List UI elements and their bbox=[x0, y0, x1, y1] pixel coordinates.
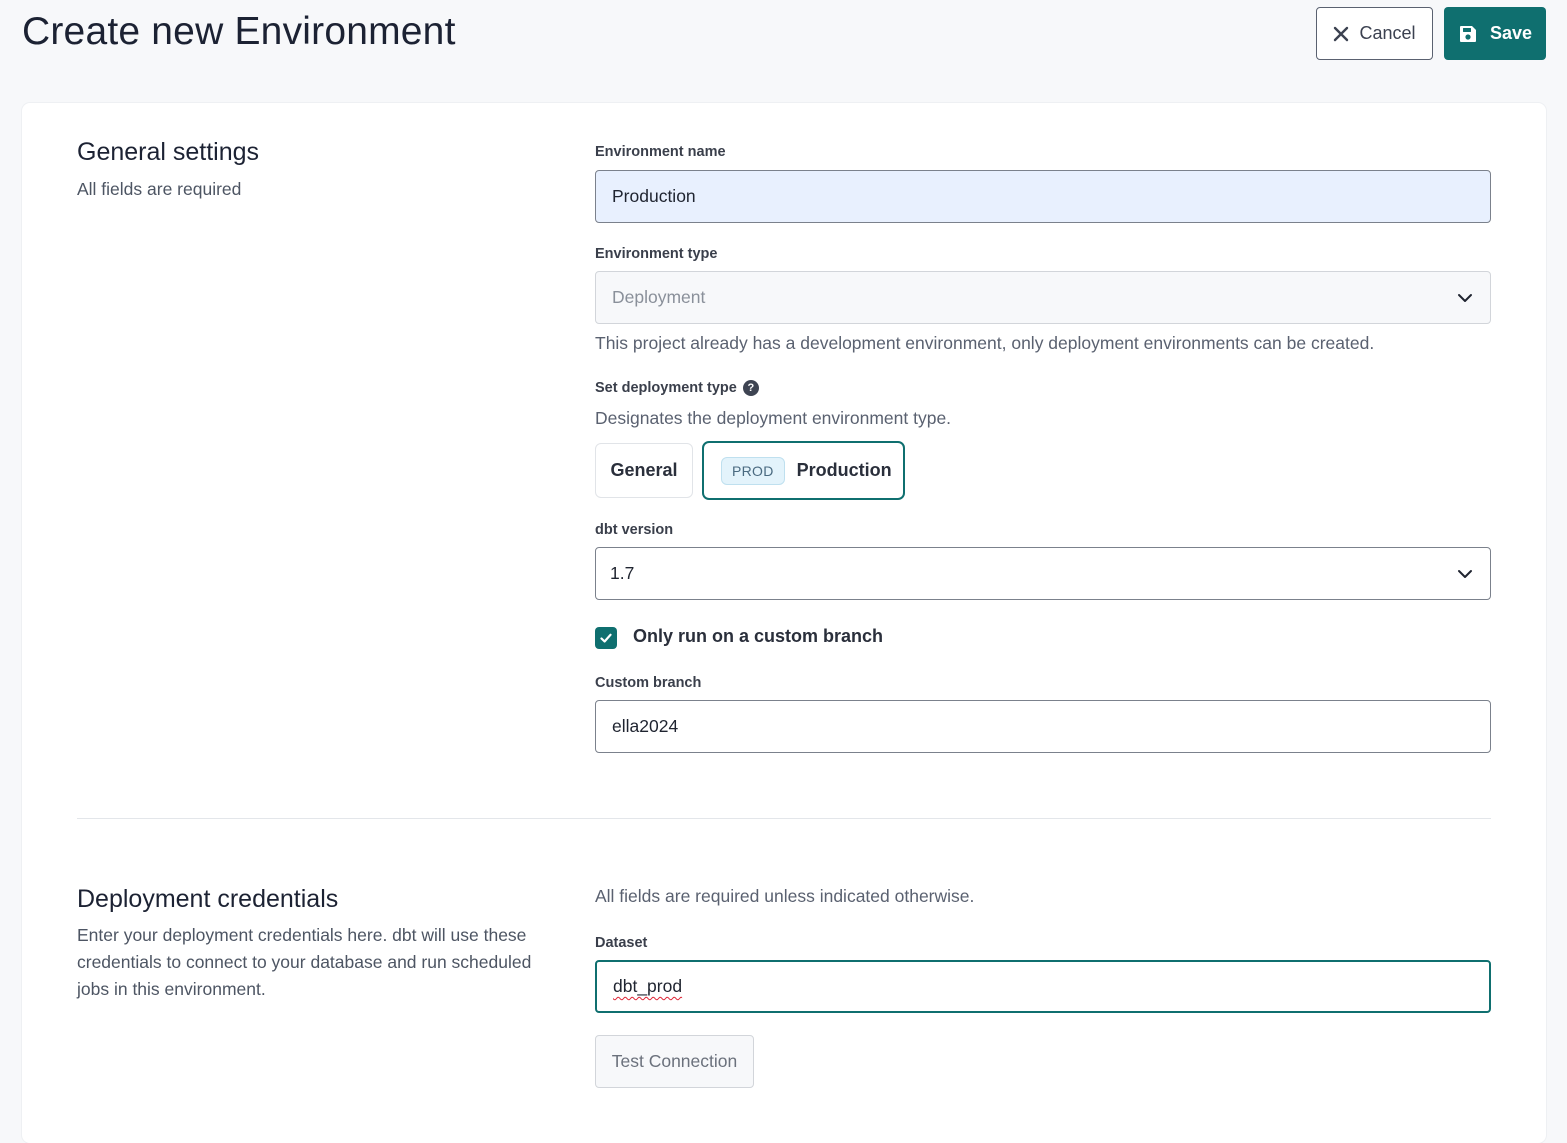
environment-type-helper: This project already has a development e… bbox=[595, 333, 1375, 353]
deploy-type-general-label: General bbox=[610, 460, 678, 480]
environment-type-label: Environment type bbox=[595, 246, 718, 262]
deploy-type-general-option[interactable]: General bbox=[595, 443, 693, 498]
dataset-input[interactable]: dbt_prod bbox=[595, 960, 1491, 1013]
environment-type-select: Deployment bbox=[595, 271, 1491, 324]
test-connection-label: Test Connection bbox=[611, 1051, 738, 1071]
deploy-type-production-label: Production bbox=[796, 460, 892, 480]
save-button-label: Save bbox=[1489, 23, 1533, 43]
save-button[interactable]: Save bbox=[1444, 7, 1546, 60]
dataset-label: Dataset bbox=[595, 935, 648, 951]
close-icon bbox=[1334, 26, 1349, 41]
page-title: Create new Environment bbox=[22, 10, 456, 53]
chevron-down-icon bbox=[1458, 293, 1472, 302]
deployment-credentials-description: Enter your deployment credentials here. … bbox=[77, 925, 532, 999]
floppy-disk-icon bbox=[1459, 25, 1476, 42]
deployment-type-helper: Designates the deployment environment ty… bbox=[595, 408, 952, 428]
cancel-button-label: Cancel bbox=[1359, 23, 1416, 43]
help-icon[interactable]: ? bbox=[742, 380, 759, 396]
test-connection-button[interactable]: Test Connection bbox=[595, 1035, 754, 1088]
general-settings-subtitle: All fields are required bbox=[77, 179, 242, 199]
dbt-version-value: 1.7 bbox=[610, 563, 635, 583]
dataset-value: dbt_prod bbox=[613, 976, 683, 996]
prod-badge: PROD bbox=[721, 456, 785, 485]
custom-branch-input[interactable]: ella2024 bbox=[595, 700, 1491, 753]
deploy-type-production-option[interactable]: PROD Production bbox=[702, 441, 905, 500]
environment-type-value: Deployment bbox=[612, 287, 706, 307]
environment-name-value: Production bbox=[612, 186, 696, 206]
chevron-down-icon bbox=[1458, 569, 1472, 578]
environment-name-input[interactable]: Production bbox=[595, 170, 1491, 223]
environment-name-label: Environment name bbox=[595, 144, 726, 160]
custom-branch-label: Custom branch bbox=[595, 675, 702, 691]
cancel-button[interactable]: Cancel bbox=[1316, 7, 1433, 60]
dbt-version-label: dbt version bbox=[595, 522, 674, 538]
section-divider bbox=[77, 818, 1491, 819]
custom-branch-checkbox-label[interactable]: Only run on a custom branch bbox=[633, 626, 883, 647]
deployment-credentials-title: Deployment credentials bbox=[77, 885, 339, 913]
deployment-type-label: Set deployment type? bbox=[595, 380, 759, 396]
custom-branch-value: ella2024 bbox=[612, 716, 679, 736]
checkmark-icon bbox=[600, 633, 612, 643]
credentials-required-note: All fields are required unless indicated… bbox=[595, 886, 975, 906]
custom-branch-checkbox[interactable] bbox=[595, 627, 617, 649]
general-settings-title: General settings bbox=[77, 138, 260, 166]
dbt-version-select[interactable]: 1.7 bbox=[595, 547, 1491, 600]
deployment-type-label-text: Set deployment type bbox=[595, 380, 737, 396]
